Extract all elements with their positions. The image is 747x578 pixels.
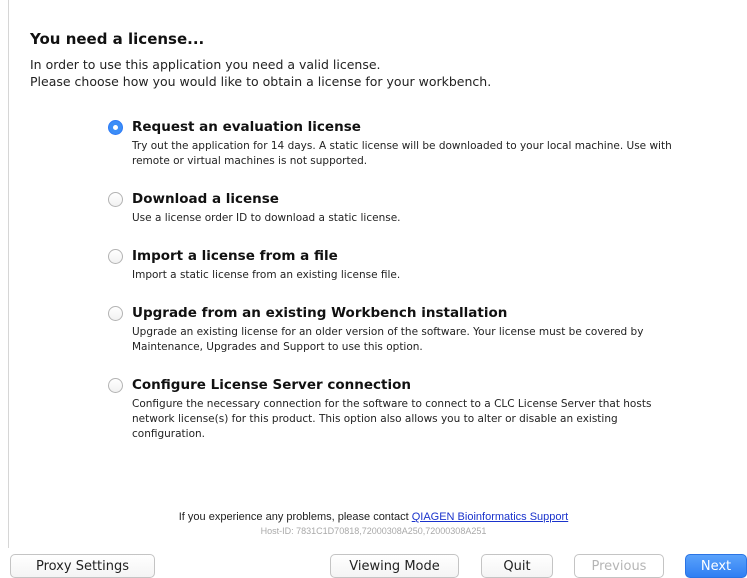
radio-unselected-icon[interactable] xyxy=(108,306,123,321)
option-title[interactable]: Import a license from a file xyxy=(132,248,338,264)
option-title[interactable]: Request an evaluation license xyxy=(132,119,361,135)
proxy-settings-button[interactable]: Proxy Settings xyxy=(10,554,155,578)
option-description: Configure the necessary connection for t… xyxy=(132,398,652,440)
option-description: Upgrade an existing license for an older… xyxy=(132,326,644,353)
option-description: Import a static license from an existing… xyxy=(132,269,401,281)
next-button[interactable]: Next xyxy=(685,554,747,578)
quit-button[interactable]: Quit xyxy=(481,554,553,578)
radio-unselected-icon[interactable] xyxy=(108,192,123,207)
support-message: If you experience any problems, please c… xyxy=(0,511,747,523)
page-title: You need a license... xyxy=(30,30,205,48)
window-left-border xyxy=(8,0,9,548)
radio-unselected-icon[interactable] xyxy=(108,378,123,393)
support-link[interactable]: QIAGEN Bioinformatics Support xyxy=(412,511,569,523)
viewing-mode-button[interactable]: Viewing Mode xyxy=(330,554,459,578)
option-title[interactable]: Download a license xyxy=(132,191,279,207)
radio-unselected-icon[interactable] xyxy=(108,249,123,264)
support-message-text: If you experience any problems, please c… xyxy=(178,511,412,523)
intro-text: In order to use this application you nee… xyxy=(30,56,491,90)
host-id: Host-ID: 7831C1D70818,72000308A250,72000… xyxy=(260,526,487,536)
previous-button[interactable]: Previous xyxy=(574,554,664,578)
intro-line-1: In order to use this application you nee… xyxy=(30,57,381,72)
intro-line-2: Please choose how you would like to obta… xyxy=(30,74,492,89)
option-title[interactable]: Configure License Server connection xyxy=(132,377,411,393)
option-description: Use a license order ID to download a sta… xyxy=(132,212,401,224)
option-description: Try out the application for 14 days. A s… xyxy=(132,140,672,167)
option-title[interactable]: Upgrade from an existing Workbench insta… xyxy=(132,305,507,321)
radio-selected-icon[interactable] xyxy=(108,120,123,135)
